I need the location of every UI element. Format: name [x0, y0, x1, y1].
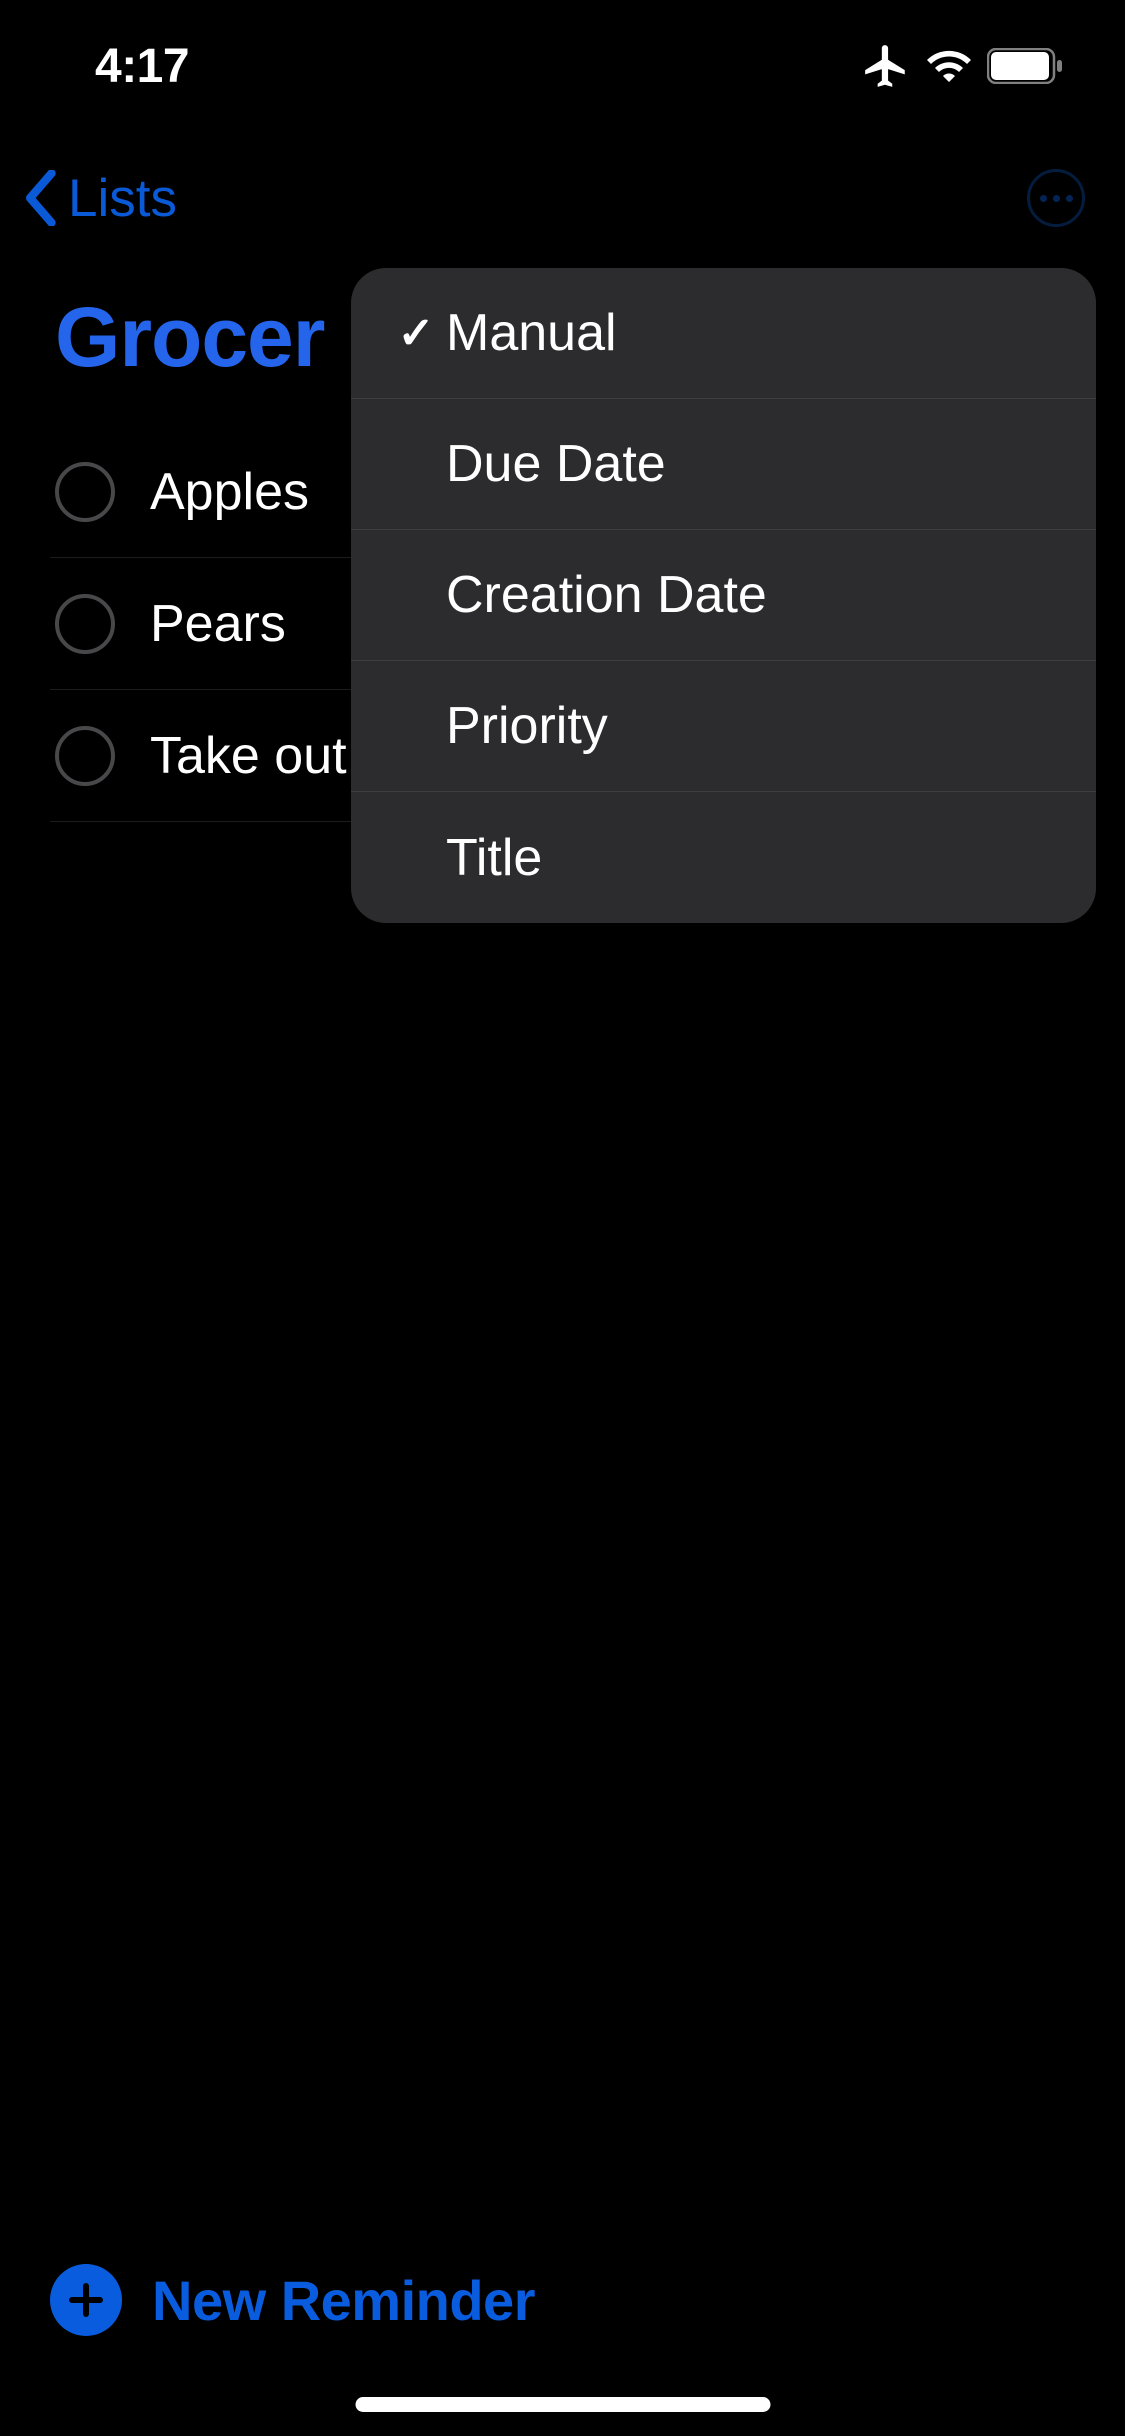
plus-icon [68, 2282, 104, 2318]
wifi-icon [925, 42, 973, 90]
sort-option-label: Title [446, 828, 542, 888]
home-indicator[interactable] [355, 2397, 770, 2412]
completion-circle[interactable] [55, 594, 115, 654]
chevron-left-icon [20, 170, 60, 226]
completion-circle[interactable] [55, 726, 115, 786]
reminder-text[interactable]: Take out [150, 726, 347, 786]
ellipsis-icon [1040, 195, 1073, 202]
bottom-toolbar: New Reminder [0, 2264, 1125, 2336]
completion-circle[interactable] [55, 462, 115, 522]
checkmark-icon: ✓ [386, 308, 446, 359]
sort-menu-popup: ✓ Manual Due Date Creation Date Priority… [351, 268, 1096, 923]
sort-option-priority[interactable]: Priority [351, 661, 1096, 792]
status-bar: 4:17 [0, 0, 1125, 132]
sort-option-label: Due Date [446, 434, 666, 494]
sort-option-creation-date[interactable]: Creation Date [351, 530, 1096, 661]
back-label: Lists [68, 168, 177, 229]
airplane-mode-icon [861, 41, 911, 91]
reminder-text[interactable]: Pears [150, 594, 286, 654]
new-reminder-label[interactable]: New Reminder [152, 2268, 535, 2333]
new-reminder-button[interactable] [50, 2264, 122, 2336]
nav-bar: Lists [0, 132, 1125, 264]
status-icons [861, 41, 1065, 91]
back-button[interactable]: Lists [20, 168, 177, 229]
sort-option-due-date[interactable]: Due Date [351, 399, 1096, 530]
sort-option-manual[interactable]: ✓ Manual [351, 268, 1096, 399]
sort-option-label: Priority [446, 696, 608, 756]
more-options-button[interactable] [1027, 169, 1085, 227]
sort-option-title[interactable]: Title [351, 792, 1096, 923]
reminder-text[interactable]: Apples [150, 462, 309, 522]
sort-option-label: Creation Date [446, 565, 767, 625]
status-time: 4:17 [95, 39, 189, 94]
battery-icon [987, 48, 1065, 84]
sort-option-label: Manual [446, 303, 617, 363]
